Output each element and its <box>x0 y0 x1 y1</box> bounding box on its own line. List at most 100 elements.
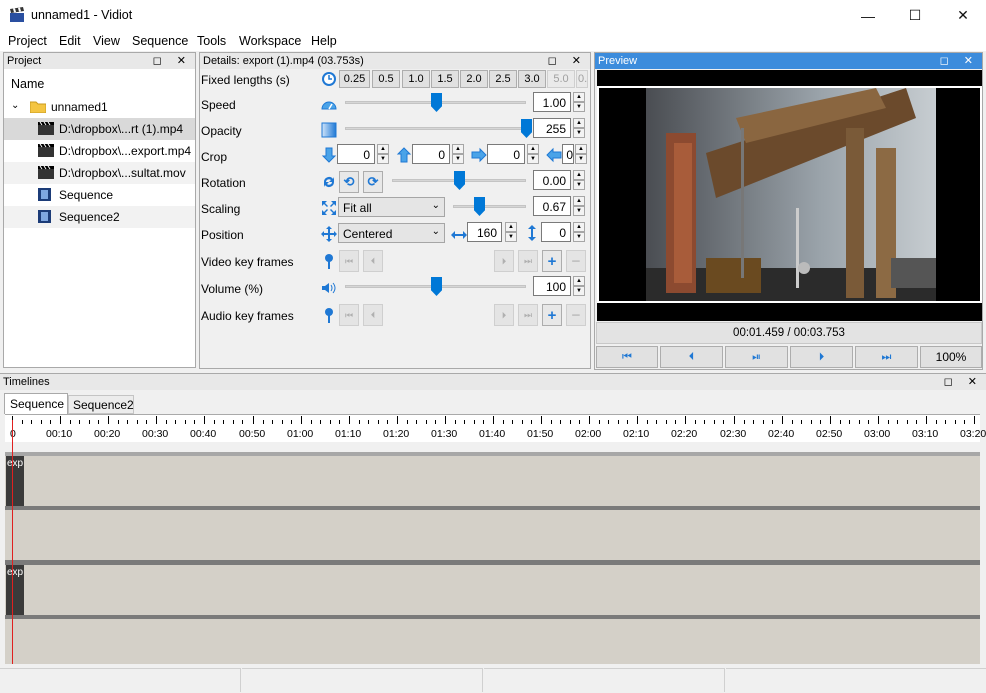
next-frame-button[interactable]: ⏵ <box>790 346 853 368</box>
crop-left-input[interactable]: 0 <box>562 144 574 164</box>
rotation-spinner[interactable]: ▲ ▼ <box>573 170 585 190</box>
fixed-length-button[interactable]: 2.5 <box>489 70 517 88</box>
close-button[interactable]: ✕ <box>940 0 986 31</box>
playhead-cursor[interactable] <box>12 420 13 664</box>
menu-edit[interactable]: Edit <box>59 34 81 48</box>
previous-frame-button[interactable]: ⏴ <box>660 346 723 368</box>
audio-track[interactable] <box>5 565 980 615</box>
crop-left-spinner[interactable]: ▲ ▼ <box>575 144 587 164</box>
go-to-start-button[interactable]: ⏮ <box>596 346 658 368</box>
rotate-left-button[interactable]: ⟲ <box>339 171 359 193</box>
menu-help[interactable]: Help <box>311 34 337 48</box>
go-to-end-button[interactable]: ⏭ <box>855 346 918 368</box>
position-y-input[interactable]: 0 <box>541 222 571 242</box>
add-audio-keyframe-button[interactable]: + <box>542 304 562 326</box>
rotate-right-button[interactable]: ⟳ <box>363 171 383 193</box>
menu-sequence[interactable]: Sequence <box>132 34 188 48</box>
remove-audio-keyframe-button[interactable]: − <box>566 304 586 326</box>
remove-keyframe-button[interactable]: − <box>566 250 586 272</box>
ruler-minor-tick <box>723 420 724 424</box>
ruler-minor-tick <box>387 420 388 424</box>
fixed-length-button[interactable]: 2.0 <box>460 70 488 88</box>
name-column-header[interactable]: Name <box>11 77 44 91</box>
rotation-label: Rotation <box>201 176 246 190</box>
opacity-input[interactable]: 255 <box>533 118 571 138</box>
opacity-icon <box>321 122 337 138</box>
panel-controls[interactable]: ◻ ✕ <box>153 54 192 67</box>
tab-sequence[interactable]: Sequence <box>4 393 68 414</box>
last-keyframe-button[interactable]: ⏭ <box>518 250 538 272</box>
speed-spinner[interactable]: ▲ ▼ <box>573 92 585 112</box>
ruler-minor-tick <box>118 420 119 424</box>
scaling-select-value: Fit all <box>343 201 372 215</box>
position-x-spinner[interactable]: ▲ ▼ <box>505 222 517 242</box>
fixed-length-button[interactable]: 1.5 <box>431 70 459 88</box>
menu-view[interactable]: View <box>93 34 120 48</box>
ruler-minor-tick <box>464 420 465 424</box>
fixed-length-button[interactable]: 0.5 <box>372 70 400 88</box>
ruler-tick-label: 03:20 <box>960 428 986 440</box>
list-item[interactable]: Sequence <box>4 184 195 206</box>
tab-sequence2[interactable]: Sequence2 <box>68 395 134 414</box>
rotation-input[interactable]: 0.00 <box>533 170 571 190</box>
next-keyframe-button[interactable]: ⏵ <box>494 250 514 272</box>
minimize-button[interactable]: — <box>845 0 891 31</box>
video-track[interactable] <box>5 456 980 506</box>
scaling-spinner[interactable]: ▲ ▼ <box>573 196 585 216</box>
position-select[interactable]: Centered ⌄ <box>338 223 445 243</box>
fixed-length-button[interactable]: 0. <box>576 70 588 88</box>
tree-folder[interactable]: ⌄ unnamed1 <box>4 96 195 118</box>
ruler-minor-tick <box>704 420 705 424</box>
crop-top-input[interactable]: 0 <box>337 144 375 164</box>
fixed-length-button[interactable]: 3.0 <box>518 70 546 88</box>
audio-clip[interactable]: exp <box>6 565 24 615</box>
zoom-button[interactable]: 100% <box>920 346 982 368</box>
video-track-2[interactable] <box>5 510 980 560</box>
panel-controls[interactable]: ◻ ✕ <box>940 54 979 67</box>
list-item[interactable]: D:\dropbox\...export.mp4 <box>4 140 195 162</box>
opacity-slider-track[interactable] <box>345 127 526 130</box>
list-item[interactable]: D:\dropbox\...rt (1).mp4 <box>4 118 195 140</box>
menu-workspace[interactable]: Workspace <box>239 34 301 48</box>
fixed-length-button[interactable]: 1.0 <box>402 70 430 88</box>
next-audio-keyframe-button[interactable]: ⏵ <box>494 304 514 326</box>
video-clip[interactable]: exp <box>6 456 24 506</box>
fixed-length-button[interactable]: 5.0 <box>547 70 575 88</box>
list-item[interactable]: D:\dropbox\...sultat.mov <box>4 162 195 184</box>
play-pause-button[interactable]: ⏯ <box>725 346 788 368</box>
scaling-slider-track[interactable] <box>453 205 526 208</box>
panel-controls[interactable]: ◻ ✕ <box>548 54 587 67</box>
first-keyframe-button[interactable]: ⏮ <box>339 250 359 272</box>
speed-input[interactable]: 1.00 <box>533 92 571 112</box>
menu-tools[interactable]: Tools <box>197 34 226 48</box>
chevron-down-icon[interactable]: ⌄ <box>11 100 19 111</box>
panel-controls[interactable]: ◻ ✕ <box>944 375 983 388</box>
crop-bottom-spinner[interactable]: ▲ ▼ <box>452 144 464 164</box>
ruler-minor-tick <box>291 420 292 424</box>
previous-audio-keyframe-button[interactable]: ⏴ <box>363 304 383 326</box>
crop-top-spinner[interactable]: ▲ ▼ <box>377 144 389 164</box>
last-audio-keyframe-button[interactable]: ⏭ <box>518 304 538 326</box>
ruler-minor-tick <box>194 420 195 424</box>
ruler-minor-tick <box>89 420 90 424</box>
crop-right-spinner[interactable]: ▲ ▼ <box>527 144 539 164</box>
fixed-length-button[interactable]: 0.25 <box>339 70 370 88</box>
position-y-spinner[interactable]: ▲ ▼ <box>573 222 585 242</box>
timelines-title: Timelines <box>3 376 50 388</box>
volume-input[interactable]: 100 <box>533 276 571 296</box>
scaling-input[interactable]: 0.67 <box>533 196 571 216</box>
opacity-spinner[interactable]: ▲ ▼ <box>573 118 585 138</box>
list-item[interactable]: Sequence2 <box>4 206 195 228</box>
maximize-button[interactable]: ☐ <box>892 0 938 31</box>
scaling-select[interactable]: Fit all ⌄ <box>338 197 445 217</box>
previous-keyframe-button[interactable]: ⏴ <box>363 250 383 272</box>
ruler-minor-tick <box>792 420 793 424</box>
first-audio-keyframe-button[interactable]: ⏮ <box>339 304 359 326</box>
menu-project[interactable]: Project <box>8 34 47 48</box>
position-x-input[interactable]: 160 <box>467 222 502 242</box>
volume-spinner[interactable]: ▲ ▼ <box>573 276 585 296</box>
audio-track-2[interactable] <box>5 619 980 664</box>
add-keyframe-button[interactable]: + <box>542 250 562 272</box>
crop-right-input[interactable]: 0 <box>487 144 525 164</box>
crop-bottom-input[interactable]: 0 <box>412 144 450 164</box>
